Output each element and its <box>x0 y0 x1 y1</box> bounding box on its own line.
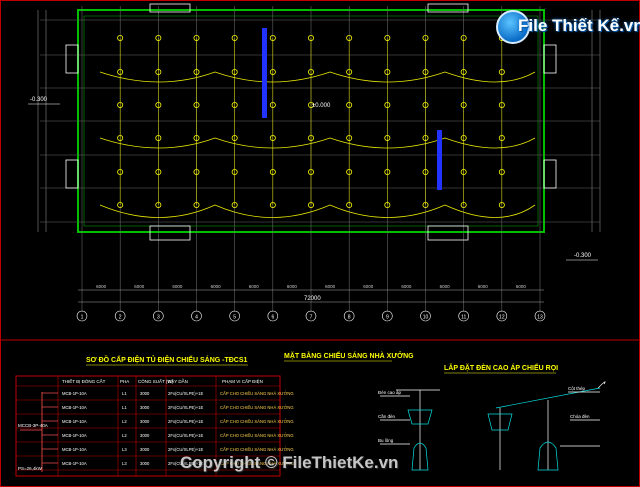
supply-label: PS=26,4kW <box>18 466 43 471</box>
table-cell: CẤP CHO CHIẾU SÁNG NHÀ XƯỞNG <box>220 391 294 396</box>
axis-label: 7 <box>310 315 313 321</box>
bay-dimension: 6000 <box>287 284 298 289</box>
cad-drawing: -0.300 ±0.000 -0.300 72000 1 6000 2 6000 3 60… <box>0 0 640 487</box>
bay-dimension: 6000 <box>363 284 374 289</box>
table-cell: MCB-1P-10A <box>62 405 87 410</box>
single-line-title: SƠ ĐỒ CẤP ĐIỆN TỦ ĐIỆN CHIẾU SÁNG -TĐCS1 <box>86 354 248 364</box>
detail-label-arm: Cần đèn <box>378 414 396 419</box>
bay-dimension: 6000 <box>478 284 489 289</box>
axis-label: 9 <box>386 315 389 321</box>
bay-dimension: 6000 <box>96 284 107 289</box>
axis-label: 10 <box>423 315 429 321</box>
axis-label: 4 <box>195 315 198 321</box>
axis-label: 2 <box>119 315 122 321</box>
axis-label: 3 <box>157 315 160 321</box>
bay-dimension: 6000 <box>516 284 527 289</box>
table-cell: 3000 <box>140 433 150 438</box>
axis-label: 12 <box>499 315 505 321</box>
table-cell: L3 <box>122 447 127 452</box>
detail-title: LẮP ĐẶT ĐÈN CAO ÁP CHIẾU RỌI <box>444 362 558 372</box>
table-header-breaker: THIẾT BỊ ĐÓNG CẮT <box>62 377 106 384</box>
bay-dimension: 6000 <box>440 284 451 289</box>
bay-dimension: 6000 <box>401 284 412 289</box>
layout-title: MẶT BẰNG CHIẾU SÁNG NHÀ XƯỞNG <box>284 350 414 360</box>
axis-label: 8 <box>348 315 351 321</box>
pole-detail-right <box>487 381 606 471</box>
level-marker-left: -0.300 <box>28 97 60 105</box>
blue-riser-2 <box>437 130 442 190</box>
grid-rows <box>40 19 600 223</box>
copyright-watermark: Copyright © FileThietKe.vn <box>180 453 399 472</box>
level-marker-right: -0.300 <box>566 253 598 261</box>
table-cell: L2 <box>122 433 127 438</box>
table-cell: 2Fx(CU/XLPE)+1E <box>168 433 203 438</box>
axis-label: 6 <box>271 315 274 321</box>
table-cell: 3000 <box>140 405 150 410</box>
detail-label-pole: Cột thép <box>568 386 586 391</box>
bay-dimension: 6000 <box>211 284 222 289</box>
table-cell: L3 <box>122 461 127 466</box>
bay-dimension: 6000 <box>172 284 183 289</box>
detail-label-bolt: Bu lông <box>378 438 394 443</box>
table-cell: CẤP CHO CHIẾU SÁNG NHÀ XƯỞNG <box>220 405 294 410</box>
axis-label: 1 <box>81 315 84 321</box>
table-cell: CẤP CHO CHIẾU SÁNG NHÀ XƯỞNG <box>220 433 294 438</box>
detail-label-lamp: Đèn cao áp <box>378 390 402 395</box>
table-cell: L1 <box>122 405 127 410</box>
table-cell: L1 <box>122 391 127 396</box>
axis-label: 5 <box>233 315 236 321</box>
brand-name: File Thiết Kế.vn <box>518 16 640 35</box>
table-header-cable: DÂY DẪN <box>168 378 188 384</box>
brand-logo: File Thiết Kế.vn <box>496 8 640 48</box>
table-cell: 3000 <box>140 419 150 424</box>
table-cell: L2 <box>122 419 127 424</box>
table-cell: 2Fx(CU/XLPE)+1E <box>168 405 203 410</box>
table-cell: MCB-1P-10A <box>62 461 87 466</box>
main-breaker-label: MCCB-3P-40A <box>18 423 48 428</box>
table-cell: MCB-1P-10A <box>62 419 87 424</box>
table-header-phase: PHA <box>120 379 129 384</box>
table-cell: 2Fx(CU/XLPE)+1E <box>168 391 203 396</box>
overall-dimension: 72000 <box>304 296 321 302</box>
level-marker-mid: ±0.000 <box>312 103 331 109</box>
wiring-runs <box>99 71 536 218</box>
table-cell: MCB-1P-10A <box>62 391 87 396</box>
table-cell: 3000 <box>140 447 150 452</box>
svg-text:±0.000: ±0.000 <box>312 103 331 109</box>
svg-text:-0.300: -0.300 <box>574 253 592 259</box>
table-cell: 3000 <box>140 391 150 396</box>
table-cell: MCB-1P-10A <box>62 447 87 452</box>
bay-dimension: 6000 <box>249 284 260 289</box>
table-header-scope: PHẠM VI CẤP ĐIỆN <box>222 377 263 384</box>
table-cell: 2Fx(CU/XLPE)+1E <box>168 419 203 424</box>
table-cell: 2Fx(CU/XLPE)+1E <box>168 447 203 452</box>
axis-label: 13 <box>537 315 543 321</box>
bay-dimension: 6000 <box>134 284 145 289</box>
axis-label: 11 <box>461 315 466 321</box>
bay-dimension: 6000 <box>325 284 336 289</box>
table-cell: CẤP CHO CHIẾU SÁNG NHÀ XƯỞNG <box>220 419 294 424</box>
blue-riser-1 <box>262 28 267 118</box>
table-cell: MCB-1P-10A <box>62 433 87 438</box>
detail-label-reflector: Chóa đèn <box>570 414 590 419</box>
table-cell: CẤP CHO CHIẾU SÁNG NHÀ XƯỞNG <box>220 447 294 452</box>
svg-text:-0.300: -0.300 <box>30 97 48 103</box>
light-fixtures <box>117 35 505 208</box>
table-cell: 3000 <box>140 461 150 466</box>
